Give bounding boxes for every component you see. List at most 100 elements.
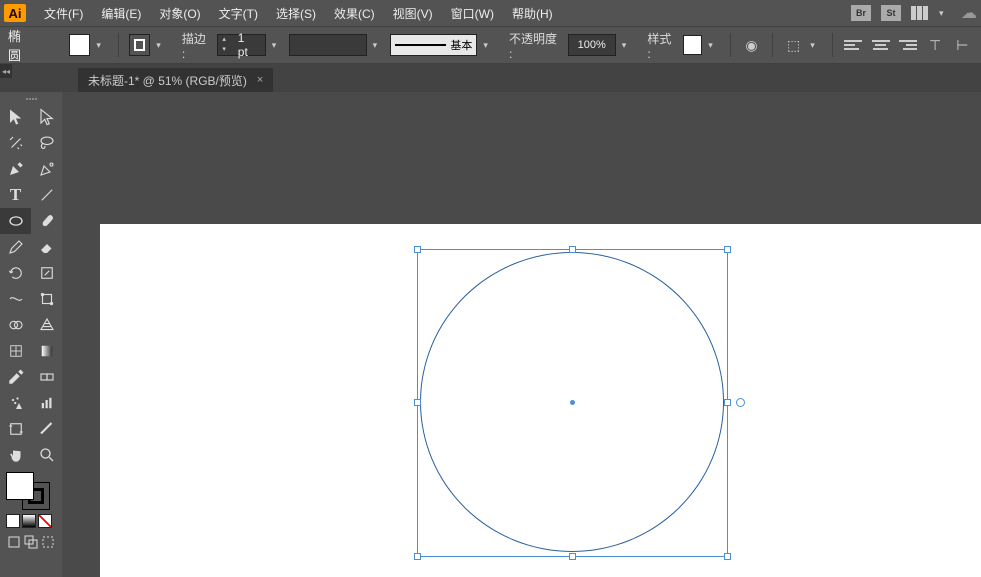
menu-window[interactable]: 窗口(W) xyxy=(443,2,502,25)
selection-handle[interactable] xyxy=(724,399,731,406)
stroke-weight-input[interactable]: ▴▾ 1 pt xyxy=(217,34,265,56)
chevron-down-icon[interactable]: ▾ xyxy=(96,40,108,51)
lasso-tool[interactable] xyxy=(31,130,62,156)
document-tab-bar: 未标题-1* @ 51% (RGB/预览) × xyxy=(0,64,981,92)
fill-swatch[interactable] xyxy=(6,472,34,500)
selection-handle[interactable] xyxy=(569,553,576,560)
align-to-icon[interactable]: ⬚ xyxy=(783,34,804,56)
close-icon[interactable]: × xyxy=(257,74,263,86)
zoom-tool[interactable] xyxy=(31,442,62,468)
opacity-input[interactable] xyxy=(568,34,616,56)
workspace-icon[interactable] xyxy=(911,6,929,20)
selection-handle[interactable] xyxy=(414,399,421,406)
align-middle-icon[interactable]: ⊢ xyxy=(952,34,973,56)
chevron-down-icon[interactable]: ▾ xyxy=(156,40,168,51)
fill-stroke-swatches[interactable] xyxy=(6,472,50,510)
eyedropper-tool[interactable] xyxy=(0,364,31,390)
menu-select[interactable]: 选择(S) xyxy=(268,2,324,25)
align-left-icon[interactable] xyxy=(843,34,864,56)
document-tab[interactable]: 未标题-1* @ 51% (RGB/预览) × xyxy=(78,68,273,92)
selection-handle[interactable] xyxy=(569,246,576,253)
menu-bar: Ai 文件(F) 编辑(E) 对象(O) 文字(T) 选择(S) 效果(C) 视… xyxy=(0,0,981,26)
blend-tool[interactable] xyxy=(31,364,62,390)
tab-title: 未标题-1* @ 51% (RGB/预览) xyxy=(88,72,247,89)
ellipse-tool[interactable] xyxy=(0,208,31,234)
align-center-icon[interactable] xyxy=(870,34,891,56)
hand-tool[interactable] xyxy=(0,442,31,468)
spinner-down-icon[interactable]: ▾ xyxy=(218,45,229,55)
graphic-style-swatch[interactable] xyxy=(683,35,702,55)
center-point-icon xyxy=(570,400,575,405)
rotate-tool[interactable] xyxy=(0,260,31,286)
chevron-down-icon[interactable]: ▾ xyxy=(622,40,634,51)
variable-width-icon[interactable] xyxy=(289,34,366,56)
active-tool-label: 椭圆 xyxy=(8,26,33,64)
selection-handle[interactable] xyxy=(724,553,731,560)
stroke-color-swatch[interactable] xyxy=(129,34,150,56)
tools-panel: T xyxy=(0,92,62,577)
perspective-tool[interactable] xyxy=(31,312,62,338)
chevron-down-icon[interactable]: ▾ xyxy=(373,40,385,51)
recolor-icon[interactable]: ◉ xyxy=(741,34,762,56)
gradient-tool[interactable] xyxy=(31,338,62,364)
selection-handle[interactable] xyxy=(414,246,421,253)
menu-effect[interactable]: 效果(C) xyxy=(326,2,383,25)
chevron-down-icon[interactable]: ▾ xyxy=(939,8,951,19)
fill-color-swatch[interactable] xyxy=(69,34,90,56)
eraser-tool[interactable] xyxy=(31,234,62,260)
selection-handle[interactable] xyxy=(724,246,731,253)
chevron-down-icon[interactable]: ▾ xyxy=(810,40,822,51)
menu-edit[interactable]: 编辑(E) xyxy=(93,2,149,25)
brush-tool[interactable] xyxy=(31,208,62,234)
control-bar: 椭圆 ▾ ▾ 描边 : ▴▾ 1 pt ▾ ▾ 基本 ▾ 不透明度 : ▾ 样式… xyxy=(0,26,981,64)
direct-selection-tool[interactable] xyxy=(31,104,62,130)
menu-object[interactable]: 对象(O) xyxy=(151,2,208,25)
line-tool[interactable] xyxy=(31,182,62,208)
artboard-tool[interactable] xyxy=(0,416,31,442)
spinner-up-icon[interactable]: ▴ xyxy=(218,35,229,45)
canvas[interactable] xyxy=(62,92,981,577)
sync-icon[interactable]: ☁ xyxy=(961,3,977,23)
bridge-badge[interactable]: Br xyxy=(851,5,871,21)
magic-wand-tool[interactable] xyxy=(0,130,31,156)
mesh-tool[interactable] xyxy=(0,338,31,364)
draw-normal-icon[interactable] xyxy=(6,532,23,552)
symbol-spray-tool[interactable] xyxy=(0,390,31,416)
menu-type[interactable]: 文字(T) xyxy=(211,2,266,25)
stroke-label: 描边 : xyxy=(182,30,212,61)
align-top-icon[interactable]: ⊤ xyxy=(925,34,946,56)
color-mode-icon[interactable] xyxy=(6,514,20,528)
menu-view[interactable]: 视图(V) xyxy=(385,2,441,25)
selection-tool[interactable] xyxy=(0,104,31,130)
selection-handle[interactable] xyxy=(414,553,421,560)
width-tool[interactable] xyxy=(0,286,31,312)
opacity-label: 不透明度 : xyxy=(509,30,562,61)
menu-file[interactable]: 文件(F) xyxy=(36,2,91,25)
draw-behind-icon[interactable] xyxy=(23,532,40,552)
chevron-down-icon[interactable]: ▾ xyxy=(708,40,720,51)
type-tool[interactable]: T xyxy=(0,182,31,208)
curvature-tool[interactable] xyxy=(31,156,62,182)
brush-definition[interactable]: 基本 xyxy=(390,34,477,56)
selection-box[interactable] xyxy=(417,249,728,557)
align-right-icon[interactable] xyxy=(897,34,918,56)
chevron-down-icon[interactable]: ▾ xyxy=(483,40,495,51)
none-mode-icon[interactable] xyxy=(38,514,52,528)
app-logo: Ai xyxy=(4,4,26,22)
draw-inside-icon[interactable] xyxy=(39,532,56,552)
scale-tool[interactable] xyxy=(31,260,62,286)
pen-tool[interactable] xyxy=(0,156,31,182)
stock-badge[interactable]: St xyxy=(881,5,901,21)
shape-builder-tool[interactable] xyxy=(0,312,31,338)
slice-tool[interactable] xyxy=(31,416,62,442)
menu-help[interactable]: 帮助(H) xyxy=(504,2,561,25)
free-transform-tool[interactable] xyxy=(31,286,62,312)
rotate-handle[interactable] xyxy=(736,398,745,407)
gradient-mode-icon[interactable] xyxy=(22,514,36,528)
stroke-weight-value: 1 pt xyxy=(230,31,265,59)
pencil-tool[interactable] xyxy=(0,234,31,260)
chevron-down-icon[interactable]: ▾ xyxy=(272,40,284,51)
panel-collapse-grip[interactable]: ◂◂ xyxy=(0,64,12,78)
graph-tool[interactable] xyxy=(31,390,62,416)
panel-grip[interactable] xyxy=(0,94,62,104)
